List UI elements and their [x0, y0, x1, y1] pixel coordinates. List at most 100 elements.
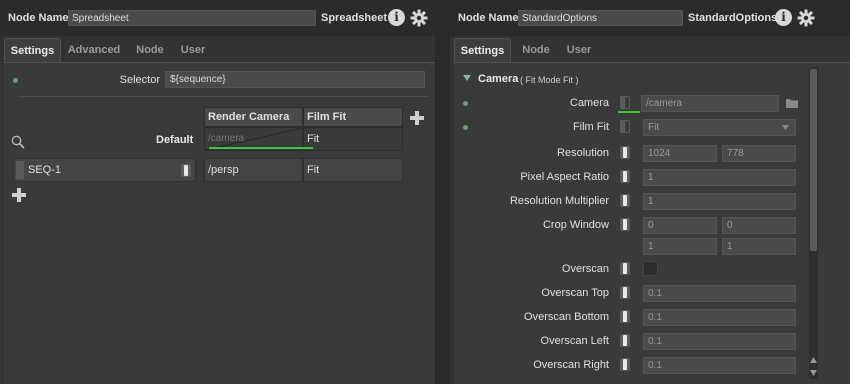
scroll-arrow-up-icon[interactable] [810, 357, 817, 363]
cell-value: Fit [307, 133, 320, 145]
cell-value: /persp [208, 164, 239, 176]
green-underline [209, 147, 313, 149]
row-film-fit-cell[interactable]: Fit [303, 158, 403, 182]
overscan-right-input[interactable]: 0.1 [643, 357, 796, 374]
status-dot [13, 78, 18, 83]
tab-bar: Settings Node User [454, 38, 844, 62]
crop-window-label: Crop Window [542, 219, 609, 231]
status-dot [463, 101, 468, 106]
crop-window-max-x-input[interactable]: 1 [643, 238, 717, 255]
chevron-down-icon [782, 125, 789, 130]
overscan-right-toggle[interactable] [620, 358, 630, 371]
resolution-label: Resolution [557, 147, 609, 159]
gear-icon[interactable] [410, 9, 428, 27]
node-type-label: Spreadsheet [321, 12, 388, 24]
overscan-left-input[interactable]: 0.1 [643, 333, 796, 350]
settings-content: Selector ${sequence} Render Camera Film … [4, 62, 435, 384]
overscan-bottom-label: Overscan Bottom [524, 311, 609, 323]
green-underline [618, 111, 640, 113]
panel-gap [435, 0, 450, 384]
default-row-label: Default [156, 134, 194, 146]
resolution-toggle[interactable] [620, 146, 630, 159]
add-column-plus-icon[interactable] [410, 111, 424, 125]
film-fit-value: Fit [648, 122, 660, 133]
overscan-top-toggle[interactable] [620, 286, 630, 299]
node-header: Node Name StandardOptions StandardOption… [450, 0, 850, 36]
crop-window-toggle[interactable] [620, 218, 630, 231]
node-name-label: Node Name [458, 12, 519, 24]
pixel-aspect-ratio-label: Pixel Aspect Ratio [520, 171, 609, 183]
camera-label: Camera [569, 97, 609, 109]
column-header-render-camera[interactable]: Render Camera [204, 107, 303, 127]
column-header-label: Render Camera [208, 111, 290, 123]
tab-user[interactable]: User [176, 38, 210, 62]
overscan-label: Overscan [561, 263, 609, 275]
overscan-toggle[interactable] [620, 262, 630, 275]
node-name-label: Node Name [8, 12, 69, 24]
row-enable-toggle[interactable] [181, 164, 191, 177]
overscan-top-label: Overscan Top [541, 287, 609, 299]
tab-node[interactable]: Node [516, 38, 556, 62]
default-film-fit-cell[interactable]: Fit [303, 127, 403, 151]
tab-user[interactable]: User [562, 38, 596, 62]
overscan-left-label: Overscan Left [540, 335, 609, 347]
gear-icon[interactable] [797, 9, 815, 27]
status-dot [463, 125, 468, 130]
film-fit-select[interactable]: Fit [643, 119, 796, 136]
add-row-plus-icon[interactable] [12, 188, 26, 202]
node-name-input[interactable]: StandardOptions [518, 10, 683, 26]
resolution-multiplier-label: Resolution Multiplier [509, 195, 609, 207]
triangle-down-icon[interactable] [463, 75, 471, 82]
node-name-input[interactable]: Spreadsheet [68, 10, 316, 26]
info-icon[interactable]: i [388, 9, 405, 26]
divider [18, 96, 428, 97]
settings-content: Camera ( Fit Mode Fit ) Camera /camera F… [454, 62, 850, 384]
crop-window-min-y-input[interactable]: 0 [722, 217, 796, 234]
resolution-y-input[interactable]: 778 [722, 145, 796, 162]
cell-value: Fit [307, 164, 320, 176]
camera-toggle[interactable] [620, 96, 630, 109]
folder-icon[interactable] [786, 98, 798, 108]
overscan-left-toggle[interactable] [620, 334, 630, 347]
row-name: SEQ-1 [28, 164, 62, 176]
row-name-cell[interactable]: SEQ-1 [13, 158, 196, 182]
selector-input[interactable]: ${sequence} [165, 71, 425, 88]
resolution-multiplier-toggle[interactable] [620, 194, 630, 207]
tab-advanced[interactable]: Advanced [64, 38, 124, 62]
overscan-checkbox[interactable] [643, 261, 658, 276]
crop-window-min-x-input[interactable]: 0 [643, 217, 717, 234]
scrollbar-thumb[interactable] [810, 69, 817, 251]
film-fit-label: Film Fit [572, 121, 609, 133]
tab-node[interactable]: Node [130, 38, 170, 62]
standard-options-panel: Node Name StandardOptions StandardOption… [450, 0, 850, 384]
cell-value: /camera [208, 133, 245, 144]
tab-bar: Settings Advanced Node User [4, 38, 424, 62]
column-header-label: Film Fit [307, 111, 347, 123]
overscan-bottom-input[interactable]: 0.1 [643, 309, 796, 326]
search-icon[interactable] [11, 135, 25, 149]
node-type-label: StandardOptions [688, 12, 778, 24]
row-render-camera-cell[interactable]: /persp [204, 158, 303, 182]
section-title[interactable]: Camera [478, 73, 518, 85]
column-header-film-fit[interactable]: Film Fit [303, 107, 403, 127]
row-drag-handle[interactable] [16, 161, 24, 179]
overscan-right-label: Overscan Right [533, 359, 609, 371]
overscan-bottom-toggle[interactable] [620, 310, 630, 323]
resolution-x-input[interactable]: 1024 [643, 145, 717, 162]
node-header: Node Name Spreadsheet Spreadsheet i [0, 0, 435, 36]
vertical-scrollbar[interactable] [809, 67, 818, 379]
camera-input[interactable]: /camera [641, 95, 779, 112]
info-icon[interactable]: i [775, 9, 792, 26]
overscan-top-input[interactable]: 0.1 [643, 285, 796, 302]
resolution-multiplier-input[interactable]: 1 [643, 193, 796, 210]
section-subtitle: ( Fit Mode Fit ) [520, 75, 579, 85]
crop-window-max-y-input[interactable]: 1 [722, 238, 796, 255]
pixel-aspect-ratio-input[interactable]: 1 [643, 169, 796, 186]
selector-label: Selector [119, 74, 160, 86]
tab-settings[interactable]: Settings [454, 38, 511, 62]
scroll-arrow-down-icon[interactable] [810, 370, 817, 376]
spreadsheet-panel: Node Name Spreadsheet Spreadsheet i Sett… [0, 0, 435, 384]
pixel-aspect-ratio-toggle[interactable] [620, 170, 630, 183]
film-fit-toggle[interactable] [620, 120, 630, 133]
tab-settings[interactable]: Settings [4, 38, 61, 62]
